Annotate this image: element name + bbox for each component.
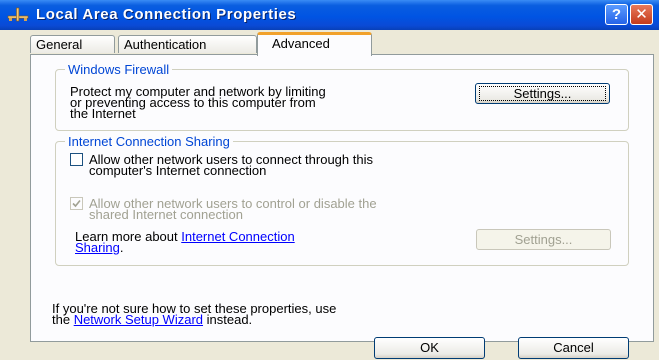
tab-advanced[interactable]: Advanced: [257, 32, 372, 56]
title-bar[interactable]: Local Area Connection Properties ? ✕: [0, 0, 659, 30]
tab-authentication[interactable]: Authentication: [118, 35, 257, 53]
ics-legend: Internet Connection Sharing: [65, 134, 233, 149]
ics-settings-button[interactable]: Settings...: [476, 229, 611, 250]
checkmark-icon: [72, 199, 81, 208]
footer-line2: the Network Setup Wizard instead.: [52, 313, 252, 326]
close-button[interactable]: ✕: [630, 4, 653, 25]
allow-control-checkbox[interactable]: [70, 197, 83, 210]
allow-connect-label-line2[interactable]: computer's Internet connection: [89, 164, 266, 177]
firewall-description-line3: the Internet: [70, 106, 136, 121]
network-connection-icon: [7, 7, 29, 23]
network-setup-wizard-link[interactable]: Network Setup Wizard: [74, 312, 203, 327]
footer-suffix: instead.: [203, 312, 253, 327]
ok-button[interactable]: OK: [374, 337, 485, 359]
ics-help-link[interactable]: Internet Connection: [181, 229, 294, 244]
firewall-settings-button[interactable]: Settings...: [475, 83, 610, 104]
cancel-button[interactable]: Cancel: [518, 337, 629, 359]
footer-prefix: the: [52, 312, 74, 327]
allow-control-label-line2: shared Internet connection: [89, 207, 243, 222]
help-button[interactable]: ?: [605, 4, 628, 25]
allow-connect-checkbox[interactable]: [70, 153, 83, 166]
window-title: Local Area Connection Properties: [36, 6, 297, 23]
learn-more-line2: Sharing.: [75, 241, 123, 254]
windows-firewall-legend: Windows Firewall: [65, 62, 173, 77]
tab-general[interactable]: General: [30, 35, 115, 53]
ics-help-link-continued[interactable]: Sharing: [75, 240, 120, 255]
learn-more-suffix: .: [119, 240, 124, 255]
